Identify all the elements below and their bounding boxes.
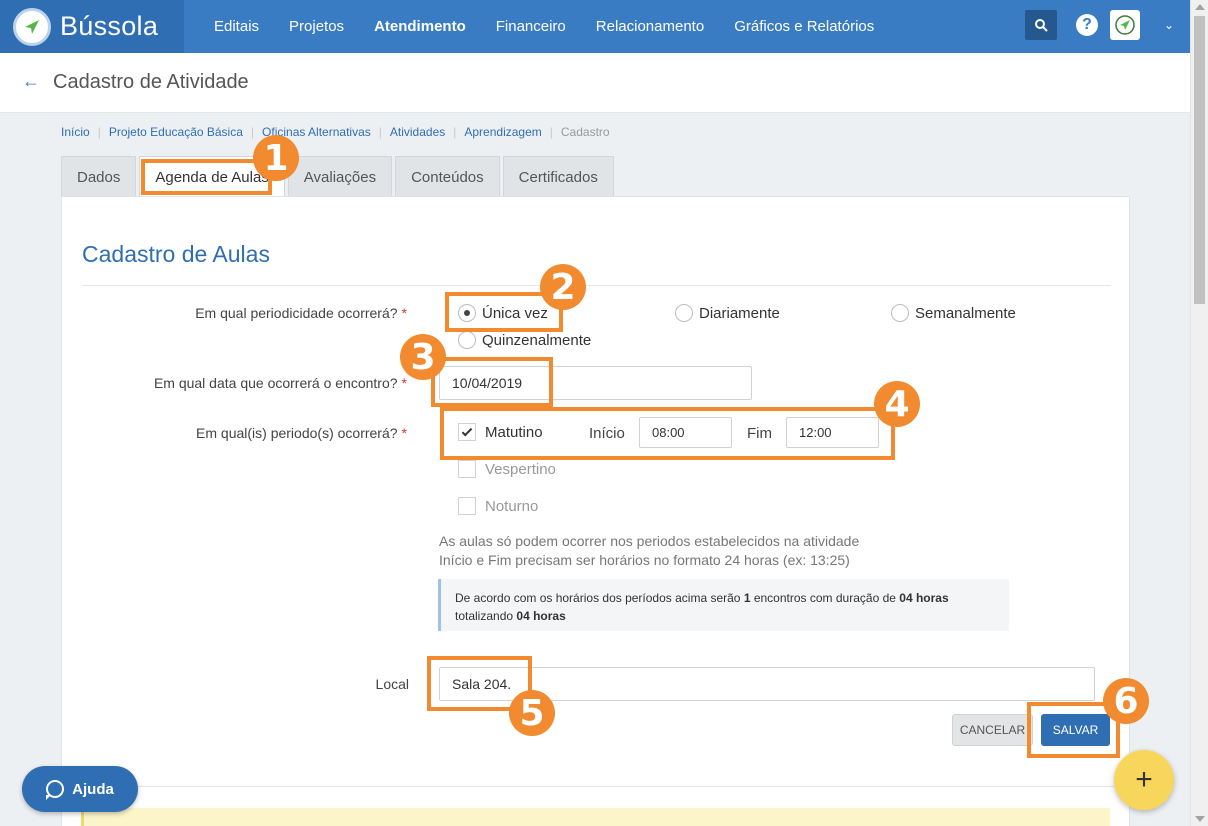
divider [61, 786, 1130, 787]
breadcrumb-atividades[interactable]: Atividades [390, 125, 445, 139]
info-summary: De acordo com os horários dos períodos a… [438, 579, 1009, 631]
periodicity-label: Em qual periodicidade ocorrerá? * [195, 305, 407, 321]
checkbox-vespertino[interactable]: Vespertino [458, 460, 556, 478]
chat-icon [46, 780, 65, 800]
back-arrow-icon[interactable]: ← [22, 71, 40, 92]
cancel-button[interactable]: CANCELAR [952, 714, 1033, 746]
search-button[interactable] [1025, 10, 1057, 40]
breadcrumb-current: Cadastro [560, 125, 610, 139]
breadcrumb-aprendizagem[interactable]: Aprendizagem [464, 125, 541, 139]
annotation-highlight [141, 159, 272, 195]
breadcrumb-inicio[interactable]: Início [61, 125, 90, 139]
tab-conteudos[interactable]: Conteúdos [395, 156, 500, 197]
compass-icon [13, 7, 51, 46]
tab-dados[interactable]: Dados [61, 156, 137, 197]
search-icon [1035, 19, 1048, 32]
annotation-badge: 6 [1103, 678, 1149, 724]
app-logo[interactable]: Bússola [0, 0, 184, 53]
scroll-up-icon[interactable] [1195, 4, 1205, 10]
help-chat-button[interactable]: Ajuda [22, 766, 138, 812]
nav-item-financeiro[interactable]: Financeiro [481, 18, 581, 35]
form-title: Cadastro de Aulas [82, 241, 270, 267]
periods-label: Em qual(is) periodo(s) ocorrerá? * [196, 425, 407, 441]
page-header: ← Cadastro de Atividade [0, 53, 1190, 113]
annotation-badge: 3 [400, 334, 446, 380]
nav-item-projetos[interactable]: Projetos [274, 18, 359, 35]
breadcrumb: Início | Projeto Educação Básica | Oficina… [61, 125, 610, 139]
checkbox-noturno[interactable]: Noturno [458, 497, 538, 515]
annotation-badge: 5 [509, 690, 555, 736]
annotation-badge: 1 [253, 135, 299, 181]
help-icon[interactable]: ? [1076, 14, 1098, 36]
radio-quinzenalmente[interactable]: Quinzenalmente [458, 331, 591, 349]
nav-item-graficos[interactable]: Gráficos e Relatórios [719, 18, 889, 35]
scrollbar[interactable] [1190, 0, 1208, 826]
tab-avaliacoes[interactable]: Avaliações [287, 156, 393, 197]
scroll-thumb[interactable] [1194, 16, 1205, 304]
main-nav: Editais Projetos Atendimento Financeiro … [199, 0, 889, 53]
help-text-format: Início e Fim precisam ser horários no fo… [439, 552, 850, 568]
divider [82, 285, 1111, 286]
page-title: Cadastro de Atividade [53, 71, 249, 93]
nav-item-editais[interactable]: Editais [199, 18, 274, 35]
nav-item-atendimento[interactable]: Atendimento [359, 18, 481, 35]
avatar[interactable] [1110, 10, 1140, 40]
top-actions: ? ⌄ [1025, 10, 1174, 40]
annotation-highlight [440, 407, 895, 460]
local-label: Local [375, 676, 409, 692]
warning-panel [81, 808, 1110, 826]
top-navbar: Bússola Editais Projetos Atendimento Fin… [0, 0, 1190, 53]
annotation-badge: 4 [874, 381, 920, 427]
breadcrumb-projeto[interactable]: Projeto Educação Básica [109, 125, 243, 139]
chevron-down-icon[interactable]: ⌄ [1164, 18, 1174, 32]
radio-diariamente[interactable]: Diariamente [675, 304, 780, 322]
app-name: Bússola [60, 11, 159, 41]
help-text-periods: As aulas só podem ocorrer nos periodos e… [439, 533, 860, 549]
annotation-highlight [431, 357, 553, 407]
scroll-down-icon[interactable] [1195, 816, 1205, 822]
tab-certificados[interactable]: Certificados [502, 156, 614, 197]
annotation-badge: 2 [540, 264, 586, 310]
add-button[interactable]: + [1114, 750, 1174, 810]
date-label: Em qual data que ocorrerá o encontro? * [153, 375, 407, 391]
nav-item-relacionamento[interactable]: Relacionamento [581, 18, 719, 35]
radio-semanalmente[interactable]: Semanalmente [891, 304, 1016, 322]
